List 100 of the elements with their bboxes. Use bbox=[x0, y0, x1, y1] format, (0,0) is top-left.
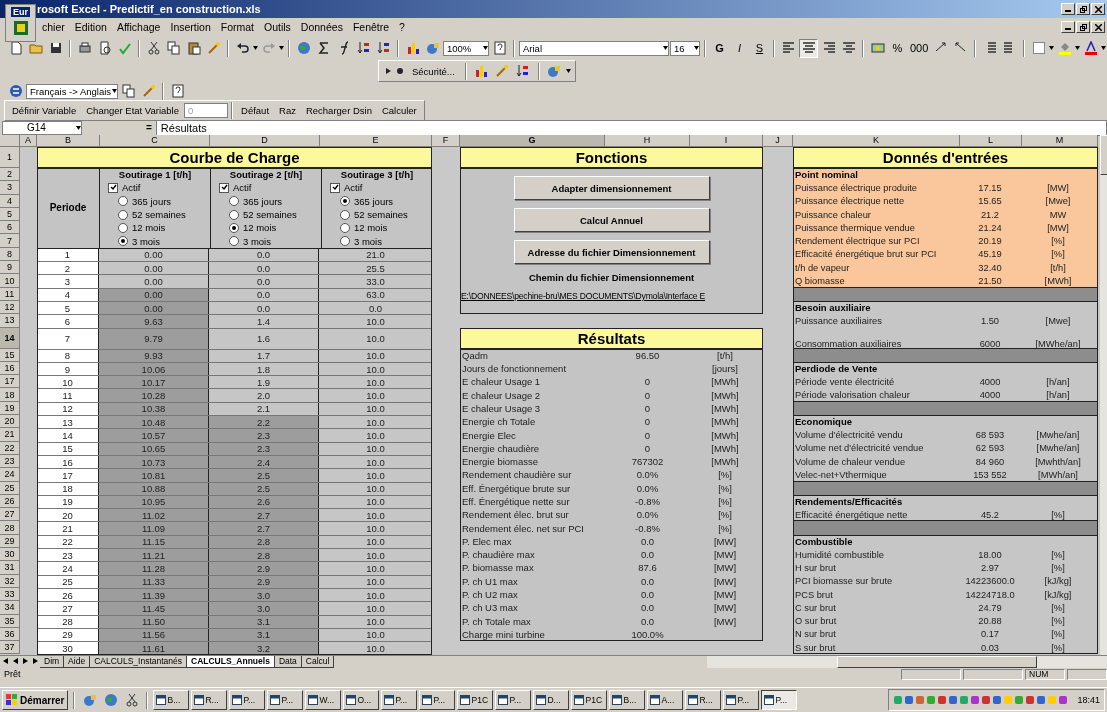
zoom-field[interactable]: 100% bbox=[443, 40, 489, 56]
row-header[interactable]: 10 bbox=[0, 274, 20, 288]
radio-option[interactable]: 12 mois bbox=[322, 221, 432, 235]
column-header[interactable]: H bbox=[605, 135, 690, 147]
radio-button[interactable] bbox=[340, 236, 350, 247]
column-header[interactable]: K bbox=[793, 135, 960, 147]
radio-button[interactable] bbox=[118, 222, 128, 233]
menu-item[interactable]: ? bbox=[394, 21, 410, 33]
radio-option[interactable]: 12 mois bbox=[211, 221, 321, 235]
text-style-button[interactable]: I bbox=[730, 38, 749, 58]
scroll-thumb[interactable] bbox=[837, 655, 1037, 668]
radio-option[interactable]: 365 jours bbox=[211, 194, 321, 208]
taskbar-item[interactable]: P1C bbox=[571, 690, 608, 710]
last-sheet-button[interactable] bbox=[30, 655, 40, 667]
checkbox[interactable] bbox=[330, 182, 340, 193]
sheet-tab[interactable]: Dim bbox=[40, 655, 65, 668]
row-header[interactable]: 31 bbox=[0, 561, 20, 575]
taskbar-item[interactable]: A... bbox=[647, 690, 684, 710]
checkbox[interactable] bbox=[108, 182, 118, 193]
taskbar-item[interactable]: P... bbox=[495, 690, 532, 710]
macro-button[interactable]: Raz bbox=[274, 101, 301, 119]
taskbar-item[interactable]: P1C bbox=[457, 690, 494, 710]
taskbar-item[interactable]: P... bbox=[381, 690, 418, 710]
macro-button[interactable]: Changer Etat Variable bbox=[81, 101, 185, 119]
taskbar-item[interactable]: P... bbox=[761, 690, 798, 710]
taskbar-item[interactable]: P... bbox=[419, 690, 456, 710]
row-header[interactable]: 17 bbox=[0, 375, 20, 389]
menu-item[interactable]: Outils bbox=[259, 21, 296, 33]
column-header[interactable]: C bbox=[100, 135, 210, 147]
row-header[interactable]: 21 bbox=[0, 428, 20, 442]
active-checkbox[interactable]: Actif bbox=[211, 181, 321, 195]
close-button[interactable] bbox=[1091, 3, 1105, 15]
radio-button[interactable] bbox=[229, 222, 239, 233]
taskbar-item[interactable]: P... bbox=[267, 690, 304, 710]
taskbar-item[interactable]: P... bbox=[723, 690, 760, 710]
row-header[interactable]: 30 bbox=[0, 548, 20, 562]
taskbar-item[interactable]: B... bbox=[153, 690, 190, 710]
menu-item[interactable]: Edition bbox=[69, 21, 112, 33]
radio-option[interactable]: 3 mois bbox=[322, 234, 432, 248]
radio-option[interactable]: 52 semaines bbox=[100, 207, 210, 222]
scroll-thumb[interactable] bbox=[1100, 135, 1107, 175]
align-center-button[interactable] bbox=[799, 38, 818, 58]
horizontal-scrollbar[interactable] bbox=[707, 655, 1107, 668]
row-header[interactable]: 9 bbox=[0, 261, 20, 275]
menu-item[interactable]: Fenêtre bbox=[347, 21, 395, 33]
macro-button[interactable]: Adresse du fichier Dimensionnement bbox=[513, 240, 710, 264]
taskbar-item[interactable]: R... bbox=[191, 690, 228, 710]
macro-button[interactable]: Recharger Dsin bbox=[300, 101, 377, 119]
taskbar-item[interactable]: P... bbox=[229, 690, 266, 710]
row-header[interactable]: 27 bbox=[0, 508, 20, 522]
radio-button[interactable] bbox=[229, 236, 239, 247]
sheet-tab[interactable]: CALCULS_Instantanés bbox=[90, 655, 187, 668]
percent-button[interactable]: % bbox=[888, 38, 907, 58]
row-header[interactable]: 3 bbox=[0, 181, 20, 195]
row-header[interactable]: 28 bbox=[0, 521, 20, 535]
column-header[interactable]: E bbox=[320, 135, 432, 147]
start-button[interactable]: Démarrer bbox=[2, 690, 69, 710]
thousands-button[interactable]: 000 bbox=[908, 38, 931, 58]
radio-option[interactable]: 52 semaines bbox=[322, 207, 432, 222]
sheet-tab[interactable]: Aide bbox=[64, 655, 91, 668]
font-field[interactable]: Arial bbox=[519, 40, 669, 56]
row-header[interactable]: 6 bbox=[0, 221, 20, 235]
column-header[interactable]: J bbox=[763, 135, 793, 147]
radio-option[interactable]: 3 mois bbox=[211, 234, 321, 248]
macro-button[interactable]: Calcul Annuel bbox=[513, 208, 710, 232]
taskbar-item[interactable]: D... bbox=[533, 690, 570, 710]
radio-button[interactable] bbox=[118, 196, 128, 207]
copy-button[interactable] bbox=[119, 81, 138, 101]
text-style-button[interactable]: G bbox=[710, 38, 729, 58]
formula-field[interactable]: Résultats bbox=[155, 119, 1107, 136]
row-header[interactable]: 1 bbox=[0, 147, 20, 168]
font-size-field[interactable]: 16 bbox=[670, 40, 700, 56]
column-header[interactable]: A bbox=[20, 135, 37, 147]
column-header[interactable]: L bbox=[960, 135, 1022, 147]
row-header[interactable]: 2 bbox=[0, 168, 20, 182]
radio-option[interactable]: 12 mois bbox=[100, 221, 210, 235]
radio-button[interactable] bbox=[340, 222, 350, 233]
menu-item[interactable]: chier bbox=[37, 21, 70, 33]
row-header[interactable]: 34 bbox=[0, 601, 20, 615]
column-header[interactable]: F bbox=[432, 135, 460, 147]
radio-option[interactable]: 365 jours bbox=[100, 194, 210, 208]
language-field[interactable]: Français -> Anglais bbox=[26, 83, 118, 99]
column-header[interactable]: G bbox=[460, 135, 605, 147]
taskbar-item[interactable]: R... bbox=[685, 690, 722, 710]
column-header[interactable]: I bbox=[690, 135, 763, 147]
taskbar-item[interactable]: B... bbox=[609, 690, 646, 710]
sheet-tab[interactable]: Calcul bbox=[301, 655, 335, 668]
row-header[interactable]: 14 bbox=[0, 327, 20, 349]
radio-button[interactable] bbox=[229, 209, 239, 220]
radio-button[interactable] bbox=[229, 196, 239, 207]
column-header[interactable]: D bbox=[210, 135, 320, 147]
radio-option[interactable]: 3 mois bbox=[100, 234, 210, 248]
macro-button[interactable]: Calculer bbox=[376, 101, 422, 119]
radio-button[interactable] bbox=[118, 236, 128, 247]
row-header[interactable]: 18 bbox=[0, 388, 20, 402]
checkbox[interactable] bbox=[219, 182, 229, 193]
column-header[interactable]: M bbox=[1022, 135, 1098, 147]
row-header[interactable]: 7 bbox=[0, 234, 20, 248]
taskbar-item[interactable]: O... bbox=[343, 690, 380, 710]
menu-item[interactable]: Format bbox=[215, 21, 259, 33]
